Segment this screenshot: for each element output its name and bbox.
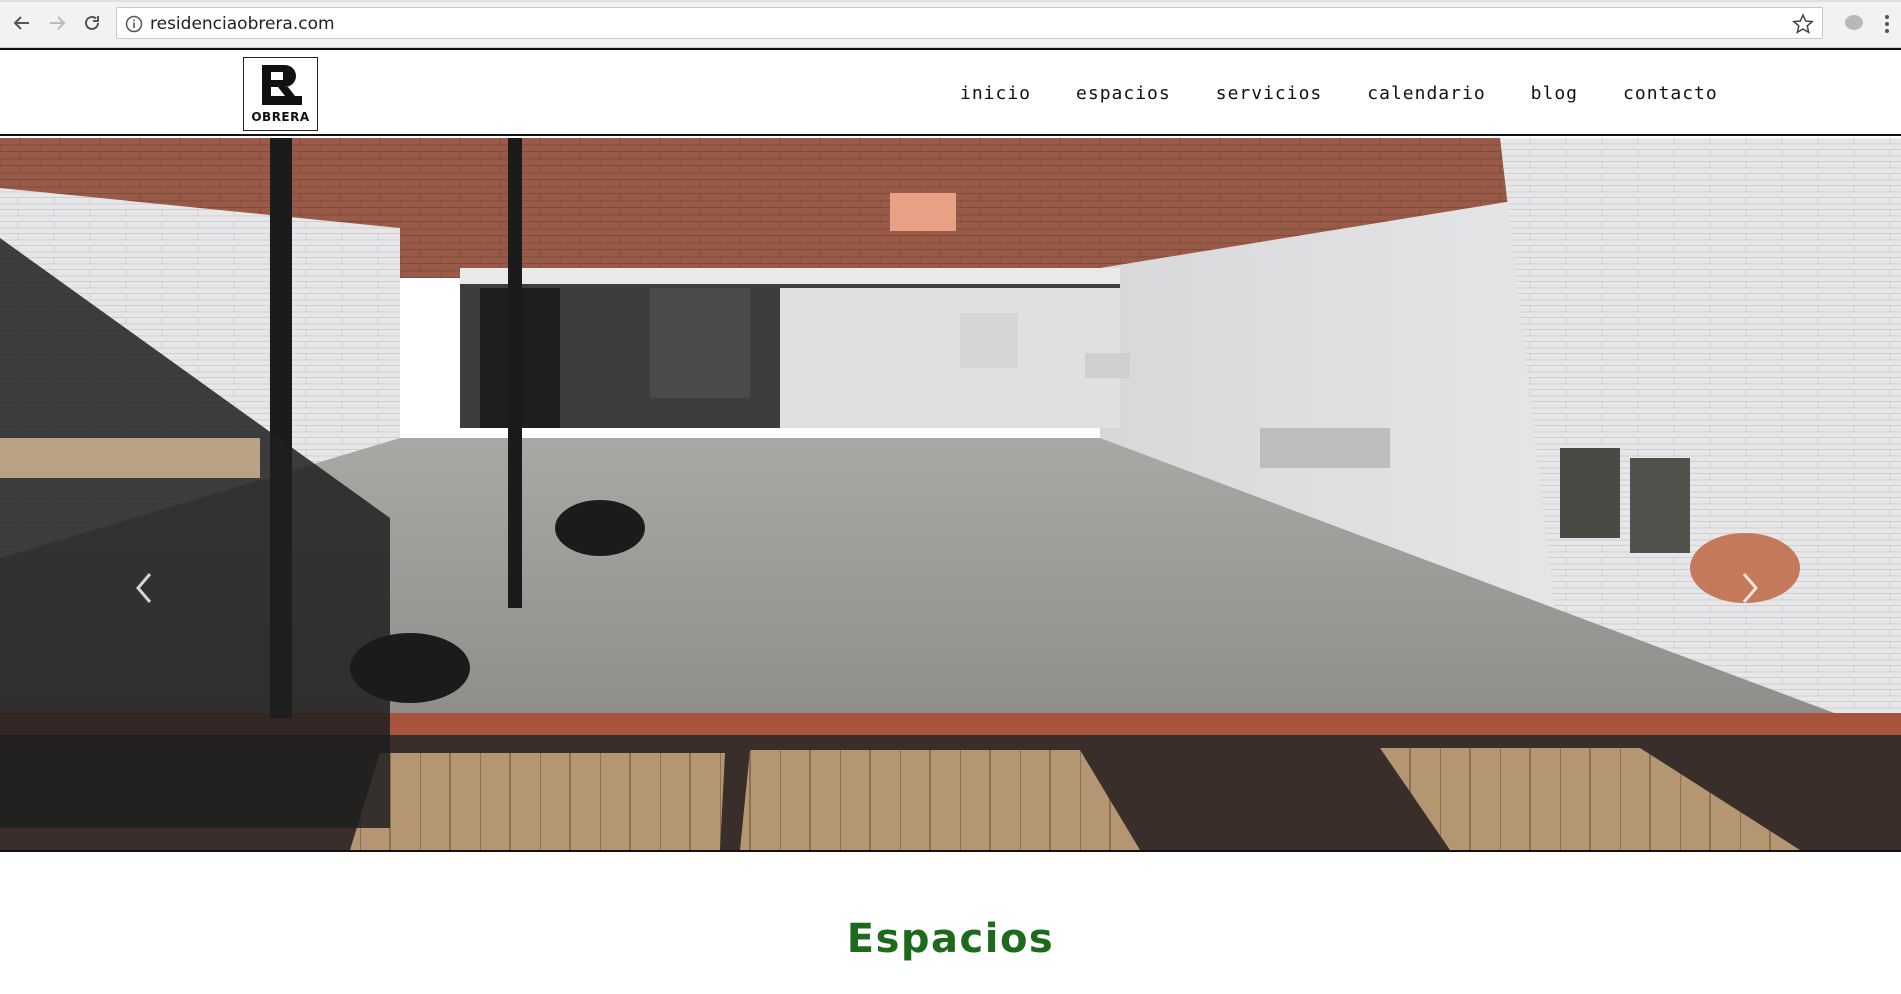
tab-strip: [0, 0, 1901, 2]
hero-slider[interactable]: [0, 138, 1901, 852]
nav-servicios[interactable]: servicios: [1216, 83, 1323, 104]
section-title: Espacios: [846, 916, 1055, 962]
slider-prev-icon[interactable]: [132, 568, 156, 608]
logo-r-mark: [262, 65, 302, 105]
browser-toolbar: residenciaobrera.com: [0, 0, 1901, 48]
menu-icon[interactable]: [1884, 12, 1890, 36]
address-bar[interactable]: residenciaobrera.com: [116, 7, 1823, 39]
nav-inicio[interactable]: inicio: [960, 83, 1031, 104]
nav-contacto[interactable]: contacto: [1623, 83, 1718, 104]
nav-calendario[interactable]: calendario: [1367, 83, 1485, 104]
main-navigation: inicio espacios servicios calendario blo…: [960, 83, 1718, 104]
back-icon[interactable]: [10, 11, 34, 35]
reload-icon[interactable]: [80, 11, 104, 35]
nav-blog[interactable]: blog: [1531, 83, 1578, 104]
url-text[interactable]: residenciaobrera.com: [150, 14, 335, 34]
site-header: OBRERA inicio espacios servicios calenda…: [0, 48, 1901, 136]
forward-icon[interactable]: [45, 11, 69, 35]
nav-espacios[interactable]: espacios: [1076, 83, 1171, 104]
slider-next-icon[interactable]: [1738, 568, 1762, 608]
star-icon[interactable]: [1792, 13, 1814, 35]
extension-icon[interactable]: [1845, 15, 1863, 30]
logo-wordmark: OBRERA: [251, 110, 310, 124]
site-logo[interactable]: OBRERA: [243, 57, 318, 131]
hero-image-warehouse: [0, 138, 1901, 850]
info-icon[interactable]: [125, 15, 143, 33]
